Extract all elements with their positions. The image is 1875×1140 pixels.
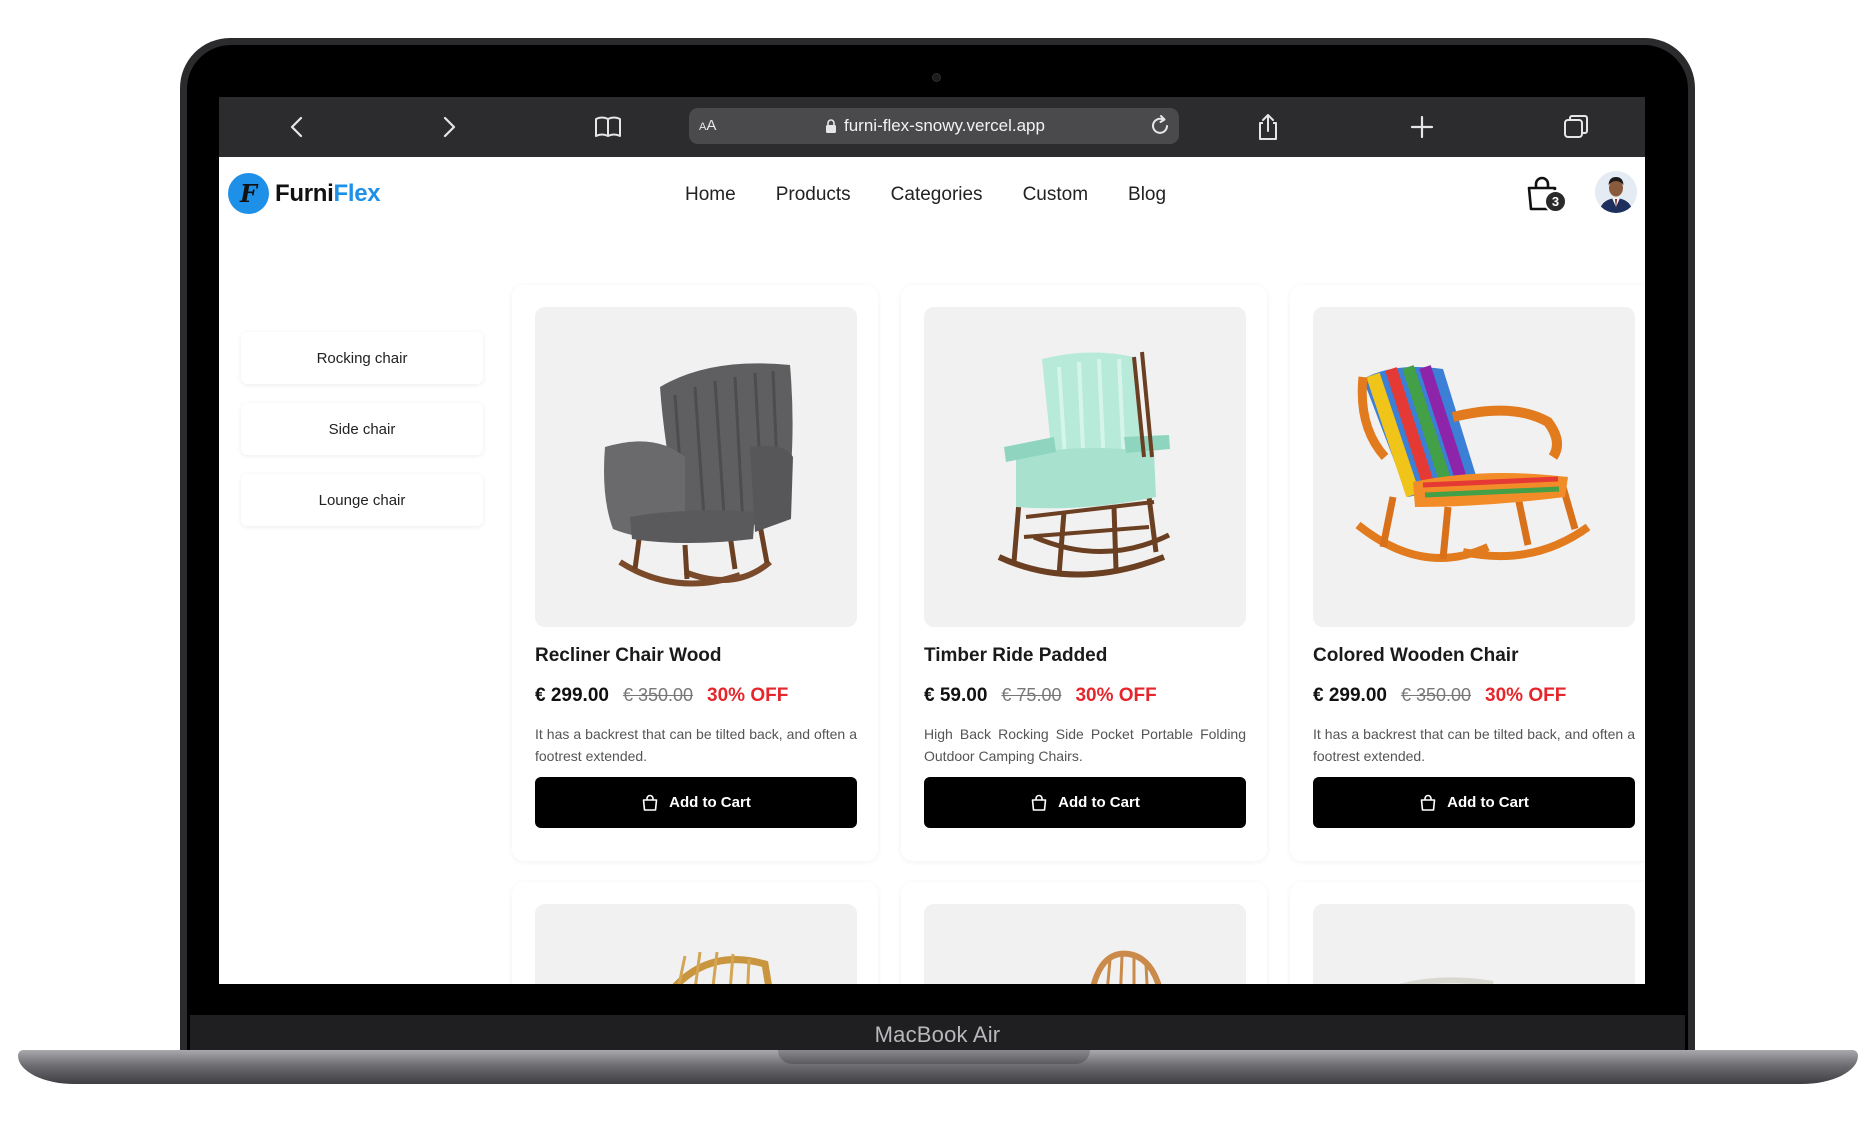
price-row: € 299.00 € 350.00 30% OFF bbox=[535, 685, 788, 707]
address-bar[interactable]: AAAA furni-flex-snowy.vercel.app bbox=[689, 108, 1179, 144]
price-row: € 299.00 € 350.00 30% OFF bbox=[1313, 685, 1566, 707]
product-image[interactable] bbox=[535, 307, 857, 627]
laptop-chin: MacBook Air bbox=[190, 1015, 1685, 1055]
logo[interactable]: F FurniFlex bbox=[228, 173, 381, 214]
nav-categories[interactable]: Categories bbox=[891, 184, 983, 206]
camera-icon bbox=[932, 73, 941, 82]
shopping-bag-icon bbox=[1031, 794, 1047, 811]
product-discount: 30% OFF bbox=[1485, 685, 1567, 706]
product-image[interactable] bbox=[1313, 307, 1635, 627]
product-old-price: € 350.00 bbox=[1400, 685, 1472, 705]
tabs-icon[interactable] bbox=[1561, 112, 1591, 142]
product-image[interactable] bbox=[1313, 904, 1635, 984]
cart-button[interactable]: 3 bbox=[1524, 173, 1567, 215]
price-row: € 59.00 € 75.00 30% OFF bbox=[924, 685, 1157, 707]
nav-home[interactable]: Home bbox=[685, 184, 736, 206]
add-to-cart-button[interactable]: Add to Cart bbox=[535, 777, 857, 828]
product-card bbox=[1290, 882, 1645, 984]
product-title[interactable]: Recliner Chair Wood bbox=[535, 645, 722, 667]
product-card: Timber Ride Padded € 59.00 € 75.00 30% O… bbox=[901, 285, 1267, 861]
reload-icon[interactable] bbox=[1147, 113, 1173, 139]
forward-icon[interactable] bbox=[433, 112, 463, 142]
product-title[interactable]: Colored Wooden Chair bbox=[1313, 645, 1518, 667]
avatar[interactable] bbox=[1595, 171, 1637, 213]
product-discount: 30% OFF bbox=[1075, 685, 1157, 706]
url-display[interactable]: furni-flex-snowy.vercel.app bbox=[825, 116, 1045, 136]
product-card bbox=[512, 882, 878, 984]
share-icon[interactable] bbox=[1253, 112, 1283, 142]
logo-mark: F bbox=[228, 173, 269, 214]
product-image[interactable] bbox=[535, 904, 857, 984]
product-old-price: € 350.00 bbox=[622, 685, 694, 705]
product-description: It has a backrest that can be tilted bac… bbox=[1313, 726, 1635, 764]
product-price: € 299.00 bbox=[1313, 685, 1387, 706]
add-to-cart-label: Add to Cart bbox=[1058, 794, 1140, 811]
url-text: furni-flex-snowy.vercel.app bbox=[844, 116, 1045, 135]
logo-accent: Flex bbox=[333, 179, 381, 207]
new-tab-icon[interactable] bbox=[1407, 112, 1437, 142]
product-old-price: € 75.00 bbox=[1001, 685, 1062, 705]
laptop-notch bbox=[778, 1050, 1090, 1064]
site-header: F FurniFlex Home Products Categories Cus… bbox=[219, 157, 1645, 235]
sidebar-item-lounge-chair[interactable]: Lounge chair bbox=[241, 474, 483, 526]
lock-icon bbox=[826, 118, 836, 133]
nav-blog[interactable]: Blog bbox=[1128, 184, 1166, 206]
main-nav: Home Products Categories Custom Blog bbox=[685, 184, 1166, 206]
reader-mode-button[interactable]: AAAA bbox=[699, 117, 716, 134]
sidebar-item-side-chair[interactable]: Side chair bbox=[241, 403, 483, 455]
nav-custom[interactable]: Custom bbox=[1023, 184, 1088, 206]
product-price: € 59.00 bbox=[924, 685, 988, 706]
product-card: Recliner Chair Wood € 299.00 € 350.00 30… bbox=[512, 285, 878, 861]
product-card: Colored Wooden Chair € 299.00 € 350.00 3… bbox=[1290, 285, 1645, 861]
add-to-cart-label: Add to Cart bbox=[1447, 794, 1529, 811]
product-price: € 299.00 bbox=[535, 685, 609, 706]
product-description: It has a backrest that can be tilted bac… bbox=[535, 726, 857, 764]
screen: AAAA furni-flex-snowy.vercel.app F Furni… bbox=[219, 97, 1645, 984]
product-title[interactable]: Timber Ride Padded bbox=[924, 645, 1107, 667]
add-to-cart-button[interactable]: Add to Cart bbox=[924, 777, 1246, 828]
product-card bbox=[901, 882, 1267, 984]
nav-products[interactable]: Products bbox=[776, 184, 851, 206]
product-discount: 30% OFF bbox=[707, 685, 789, 706]
device-label: MacBook Air bbox=[874, 1022, 1001, 1047]
shopping-bag-icon bbox=[642, 794, 658, 811]
cart-count-badge: 3 bbox=[1544, 190, 1567, 213]
product-image[interactable] bbox=[924, 904, 1246, 984]
bookmarks-icon[interactable] bbox=[593, 112, 623, 142]
sidebar-item-rocking-chair[interactable]: Rocking chair bbox=[241, 332, 483, 384]
add-to-cart-button[interactable]: Add to Cart bbox=[1313, 777, 1635, 828]
browser-toolbar: AAAA furni-flex-snowy.vercel.app bbox=[219, 97, 1645, 157]
product-description: High Back Rocking Side Pocket Portable F… bbox=[924, 726, 1246, 764]
category-sidebar: Rocking chair Side chair Lounge chair bbox=[241, 332, 483, 545]
logo-text: FurniFlex bbox=[275, 179, 381, 208]
back-icon[interactable] bbox=[283, 112, 313, 142]
shopping-bag-icon bbox=[1420, 794, 1436, 811]
add-to-cart-label: Add to Cart bbox=[669, 794, 751, 811]
product-image[interactable] bbox=[924, 307, 1246, 627]
logo-prefix: Furni bbox=[275, 179, 334, 207]
